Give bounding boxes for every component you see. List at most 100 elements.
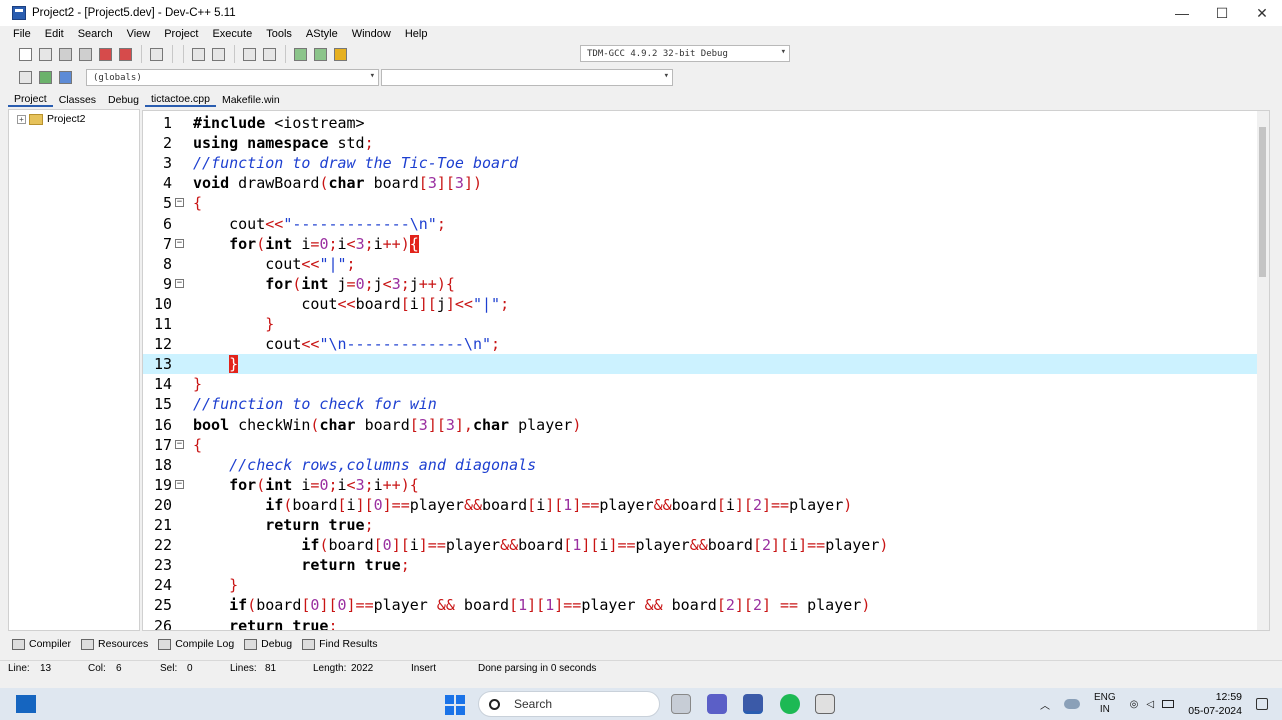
tab-project[interactable]: Project	[8, 93, 53, 107]
line-number: 22	[153, 536, 172, 555]
open-button[interactable]	[36, 45, 54, 63]
fold-collapse-icon[interactable]: −	[175, 439, 184, 449]
menu-tools[interactable]: Tools	[259, 28, 299, 40]
menu-astyle[interactable]: AStyle	[299, 28, 345, 40]
code-line[interactable]: 1 #include <iostream>	[143, 113, 1269, 133]
code-line[interactable]: 16 bool checkWin(char board[3][3],char pl…	[143, 415, 1269, 435]
file-explorer-icon[interactable]	[671, 694, 691, 714]
battery-icon[interactable]	[1162, 700, 1175, 708]
code-line[interactable]: 15 //function to check for win	[143, 394, 1269, 414]
code-line[interactable]: 25 if(board[0][0]==player && board[1][1]…	[143, 595, 1269, 615]
tab-classes[interactable]: Classes	[53, 94, 102, 106]
menu-edit[interactable]: Edit	[38, 28, 71, 40]
tab-compiler[interactable]: Compiler	[12, 638, 71, 650]
fold-collapse-icon[interactable]: −	[175, 479, 184, 489]
tab-debug-output[interactable]: Debug	[244, 638, 292, 650]
fold-collapse-icon[interactable]: −	[175, 238, 184, 248]
function-select[interactable]: ▾	[381, 69, 673, 86]
notification-icon[interactable]	[1256, 698, 1268, 710]
code-line[interactable]: 24 }	[143, 575, 1269, 595]
code-line[interactable]: 11 }	[143, 314, 1269, 334]
code-line[interactable]: 8 cout<<"|";	[143, 254, 1269, 274]
indent-button[interactable]	[240, 45, 258, 63]
line-number: 3	[162, 154, 172, 173]
code-line[interactable]: 20 if(board[i][0]==player&&board[i][1]==…	[143, 495, 1269, 515]
tab-resources[interactable]: Resources	[81, 638, 148, 650]
code-line[interactable]: 2 using namespace std;	[143, 133, 1269, 153]
find-button[interactable]	[189, 45, 207, 63]
teams-icon[interactable]	[707, 694, 727, 714]
app-window-icon[interactable]	[815, 694, 835, 714]
language-indicator[interactable]: ENG IN	[1094, 692, 1116, 716]
weather-icon[interactable]	[1064, 699, 1080, 709]
code-line[interactable]: 22 if(board[0][i]==player&&board[1][i]==…	[143, 535, 1269, 555]
close-button[interactable]: ✕	[1242, 0, 1282, 26]
menu-help[interactable]: Help	[398, 28, 435, 40]
code-line[interactable]: 4 void drawBoard(char board[3][3])	[143, 173, 1269, 193]
taskbar-search[interactable]: Search	[478, 691, 660, 717]
code-line[interactable]: 6 cout<<"-------------\n";	[143, 214, 1269, 234]
close-all-button[interactable]	[116, 45, 134, 63]
scope-select[interactable]: (globals) ▾	[86, 69, 379, 86]
tree-item-project2[interactable]: + Project2	[9, 110, 139, 128]
menu-window[interactable]: Window	[345, 28, 398, 40]
fold-collapse-icon[interactable]: −	[175, 278, 184, 288]
save-button[interactable]	[56, 45, 74, 63]
wifi-icon[interactable]: ◎	[1130, 699, 1139, 710]
taskbar-clock[interactable]: 12:59 05-07-2024	[1188, 690, 1242, 718]
code-line[interactable]: 23 return true;	[143, 555, 1269, 575]
run-button[interactable]	[36, 68, 54, 86]
code-line[interactable]: 26 return true;	[143, 616, 1269, 631]
line-number: 14	[153, 375, 172, 394]
menu-view[interactable]: View	[120, 28, 158, 40]
devcpp-taskbar-icon[interactable]	[743, 694, 763, 714]
code-line[interactable]: 10 cout<<board[i][j]<<"|";	[143, 294, 1269, 314]
scrollbar-thumb[interactable]	[1259, 127, 1266, 277]
minimize-button[interactable]: —	[1162, 0, 1202, 26]
code-line[interactable]: 12 cout<<"\n-------------\n";	[143, 334, 1269, 354]
vertical-scrollbar[interactable]	[1257, 111, 1269, 630]
rebuild-button[interactable]	[56, 68, 74, 86]
menu-project[interactable]: Project	[157, 28, 205, 40]
compile-button[interactable]	[16, 68, 34, 86]
chevron-up-icon[interactable]: ︿	[1040, 697, 1050, 712]
code-line[interactable]: 17−{	[143, 435, 1269, 455]
tab-find-results[interactable]: Find Results	[302, 638, 377, 650]
back-button[interactable]	[311, 45, 329, 63]
menu-execute[interactable]: Execute	[205, 28, 259, 40]
compiler-select[interactable]: TDM-GCC 4.9.2 32-bit Debug ▾	[580, 45, 790, 62]
start-button[interactable]	[445, 695, 465, 715]
tab-tictactoe-cpp[interactable]: tictactoe.cpp	[145, 93, 216, 107]
code-line[interactable]: 19− for(int i=0;i<3;i++){	[143, 475, 1269, 495]
widgets-icon[interactable]	[16, 695, 36, 713]
volume-icon[interactable]: ◁	[1146, 699, 1154, 710]
code-line[interactable]: 5−{	[143, 193, 1269, 213]
save-all-button[interactable]	[76, 45, 94, 63]
goto-line-button[interactable]	[291, 45, 309, 63]
bookmark-button[interactable]	[331, 45, 349, 63]
replace-button[interactable]	[209, 45, 227, 63]
print-button[interactable]	[147, 45, 165, 63]
code-line[interactable]: 13 }	[143, 354, 1269, 375]
code-editor[interactable]: 1 #include <iostream> 2 using namespace std…	[142, 110, 1270, 631]
unindent-button[interactable]	[260, 45, 278, 63]
maximize-button[interactable]: ☐	[1202, 0, 1242, 26]
new-file-button[interactable]	[16, 45, 34, 63]
code-line[interactable]: 21 return true;	[143, 515, 1269, 535]
tab-compile-log[interactable]: Compile Log	[158, 638, 234, 650]
code-line[interactable]: 3 //function to draw the Tic-Toe board	[143, 153, 1269, 173]
code-line[interactable]: 18 //check rows,columns and diagonals	[143, 455, 1269, 475]
spotify-icon[interactable]	[780, 694, 800, 714]
fold-collapse-icon[interactable]: −	[175, 198, 184, 208]
code-line[interactable]: 9− for(int j=0;j<3;j++){	[143, 274, 1269, 294]
tab-makefile-win[interactable]: Makefile.win	[216, 94, 286, 106]
code-line[interactable]: 7− for(int i=0;i<3;i++){	[143, 234, 1269, 254]
save-all-icon	[78, 47, 92, 61]
indent-icon	[242, 47, 256, 61]
menu-file[interactable]: File	[6, 28, 38, 40]
menu-search[interactable]: Search	[71, 28, 120, 40]
expand-icon[interactable]: +	[17, 114, 26, 124]
code-line[interactable]: 14}	[143, 374, 1269, 394]
close-file-button[interactable]	[96, 45, 114, 63]
tab-debug[interactable]: Debug	[102, 94, 145, 106]
